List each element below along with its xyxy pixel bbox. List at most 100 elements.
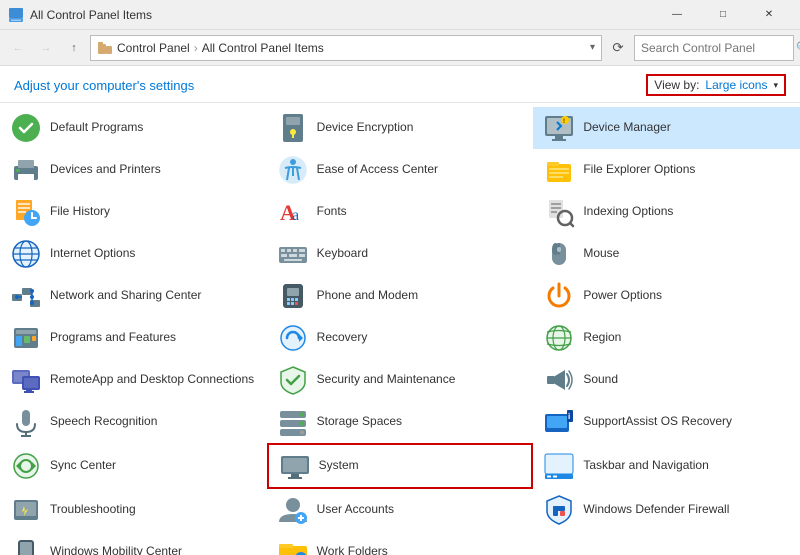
item-internet-options[interactable]: Internet Options — [0, 233, 267, 275]
indexing-icon — [543, 196, 575, 228]
item-troubleshooting[interactable]: Troubleshooting — [0, 489, 267, 531]
remoteapp-label: RemoteApp and Desktop Connections — [50, 372, 254, 388]
speech-recognition-label: Speech Recognition — [50, 414, 157, 430]
view-by-area[interactable]: View by: Large icons ▾ — [646, 74, 786, 96]
item-taskbar[interactable]: Taskbar and Navigation — [533, 443, 800, 489]
item-windows-mobility[interactable]: Windows Mobility Center — [0, 531, 267, 555]
svg-text:!: ! — [563, 119, 565, 125]
troubleshooting-icon — [10, 494, 42, 526]
item-indexing[interactable]: Indexing Options — [533, 191, 800, 233]
item-default-programs[interactable]: Default Programs — [0, 107, 267, 149]
item-security-maintenance[interactable]: Security and Maintenance — [267, 359, 534, 401]
up-button[interactable]: ↑ — [62, 36, 86, 60]
taskbar-label: Taskbar and Navigation — [583, 458, 708, 474]
sync-center-icon — [10, 450, 42, 482]
indexing-label: Indexing Options — [583, 204, 673, 220]
windows-defender-label: Windows Defender Firewall — [583, 502, 729, 518]
item-file-history[interactable]: File History — [0, 191, 267, 233]
system-icon — [279, 450, 311, 482]
addressbar: ← → ↑ Control Panel › All Control Panel … — [0, 30, 800, 66]
titlebar-icon — [8, 7, 24, 23]
titlebar-title: All Control Panel Items — [30, 8, 654, 22]
item-keyboard[interactable]: Keyboard — [267, 233, 534, 275]
search-input[interactable] — [641, 41, 796, 55]
item-power-options[interactable]: Power Options — [533, 275, 800, 317]
keyboard-label: Keyboard — [317, 246, 368, 262]
sound-icon — [543, 364, 575, 396]
item-storage-spaces[interactable]: Storage Spaces — [267, 401, 534, 443]
back-button[interactable]: ← — [6, 36, 30, 60]
search-box[interactable]: 🔍 — [634, 35, 794, 61]
remoteapp-icon — [10, 364, 42, 396]
keyboard-icon — [277, 238, 309, 270]
item-mouse[interactable]: Mouse — [533, 233, 800, 275]
view-by-value[interactable]: Large icons — [705, 78, 767, 92]
item-system[interactable]: System — [267, 443, 534, 489]
address-dropdown-arrow[interactable]: ▾ — [590, 42, 595, 53]
device-manager-label: Device Manager — [583, 120, 670, 136]
item-speech-recognition[interactable]: Speech Recognition — [0, 401, 267, 443]
file-explorer-label: File Explorer Options — [583, 162, 695, 178]
close-button[interactable]: ✕ — [746, 0, 792, 30]
svg-text:i: i — [568, 412, 570, 421]
refresh-button[interactable]: ⟳ — [606, 36, 630, 60]
phone-modem-label: Phone and Modem — [317, 288, 418, 304]
item-device-manager[interactable]: ! Device Manager — [533, 107, 800, 149]
item-recovery[interactable]: Recovery — [267, 317, 534, 359]
system-label: System — [319, 458, 359, 474]
speech-recognition-icon — [10, 406, 42, 438]
content-header: Adjust your computer's settings View by:… — [0, 66, 800, 103]
storage-spaces-icon — [277, 406, 309, 438]
item-devices-printers[interactable]: Devices and Printers — [0, 149, 267, 191]
recovery-icon — [277, 322, 309, 354]
user-accounts-icon — [277, 494, 309, 526]
svg-text:a: a — [292, 207, 299, 224]
storage-spaces-label: Storage Spaces — [317, 414, 402, 430]
item-network-sharing[interactable]: Network and Sharing Center — [0, 275, 267, 317]
item-file-explorer[interactable]: File Explorer Options — [533, 149, 800, 191]
item-user-accounts[interactable]: User Accounts — [267, 489, 534, 531]
work-folders-icon — [277, 536, 309, 555]
item-work-folders[interactable]: Work Folders — [267, 531, 534, 555]
item-fonts[interactable]: Aa Fonts — [267, 191, 534, 233]
taskbar-icon — [543, 450, 575, 482]
view-by-label: View by: — [654, 78, 699, 92]
breadcrumb-controlpanel[interactable]: Control Panel — [117, 41, 190, 55]
region-label: Region — [583, 330, 621, 346]
item-sound[interactable]: Sound — [533, 359, 800, 401]
item-phone-modem[interactable]: Phone and Modem — [267, 275, 534, 317]
default-programs-icon — [10, 112, 42, 144]
file-history-label: File History — [50, 204, 110, 220]
address-box[interactable]: Control Panel › All Control Panel Items … — [90, 35, 602, 61]
titlebar-controls: — □ ✕ — [654, 0, 792, 30]
default-programs-label: Default Programs — [50, 120, 143, 136]
recovery-label: Recovery — [317, 330, 368, 346]
item-ease-of-access[interactable]: Ease of Access Center — [267, 149, 534, 191]
power-options-label: Power Options — [583, 288, 662, 304]
network-sharing-icon — [10, 280, 42, 312]
power-options-icon — [543, 280, 575, 312]
security-maintenance-label: Security and Maintenance — [317, 372, 456, 388]
mouse-icon — [543, 238, 575, 270]
items-grid: Default Programs Device Encryption ! Dev… — [0, 103, 800, 555]
network-sharing-label: Network and Sharing Center — [50, 288, 201, 304]
programs-features-icon — [10, 322, 42, 354]
item-remoteapp[interactable]: RemoteApp and Desktop Connections — [0, 359, 267, 401]
troubleshooting-label: Troubleshooting — [50, 502, 136, 518]
maximize-button[interactable]: □ — [700, 0, 746, 30]
forward-button[interactable]: → — [34, 36, 58, 60]
item-device-encryption[interactable]: Device Encryption — [267, 107, 534, 149]
item-sync-center[interactable]: Sync Center — [0, 443, 267, 489]
item-windows-defender[interactable]: Windows Defender Firewall — [533, 489, 800, 531]
devices-printers-icon — [10, 154, 42, 186]
device-encryption-label: Device Encryption — [317, 120, 414, 136]
internet-options-icon — [10, 238, 42, 270]
breadcrumb-allitems[interactable]: All Control Panel Items — [202, 41, 324, 55]
view-dropdown-arrow[interactable]: ▾ — [773, 80, 778, 91]
item-supportassist[interactable]: i SupportAssist OS Recovery — [533, 401, 800, 443]
minimize-button[interactable]: — — [654, 0, 700, 30]
supportassist-icon: i — [543, 406, 575, 438]
main-area: Adjust your computer's settings View by:… — [0, 66, 800, 555]
item-programs-features[interactable]: Programs and Features — [0, 317, 267, 359]
item-region[interactable]: Region — [533, 317, 800, 359]
